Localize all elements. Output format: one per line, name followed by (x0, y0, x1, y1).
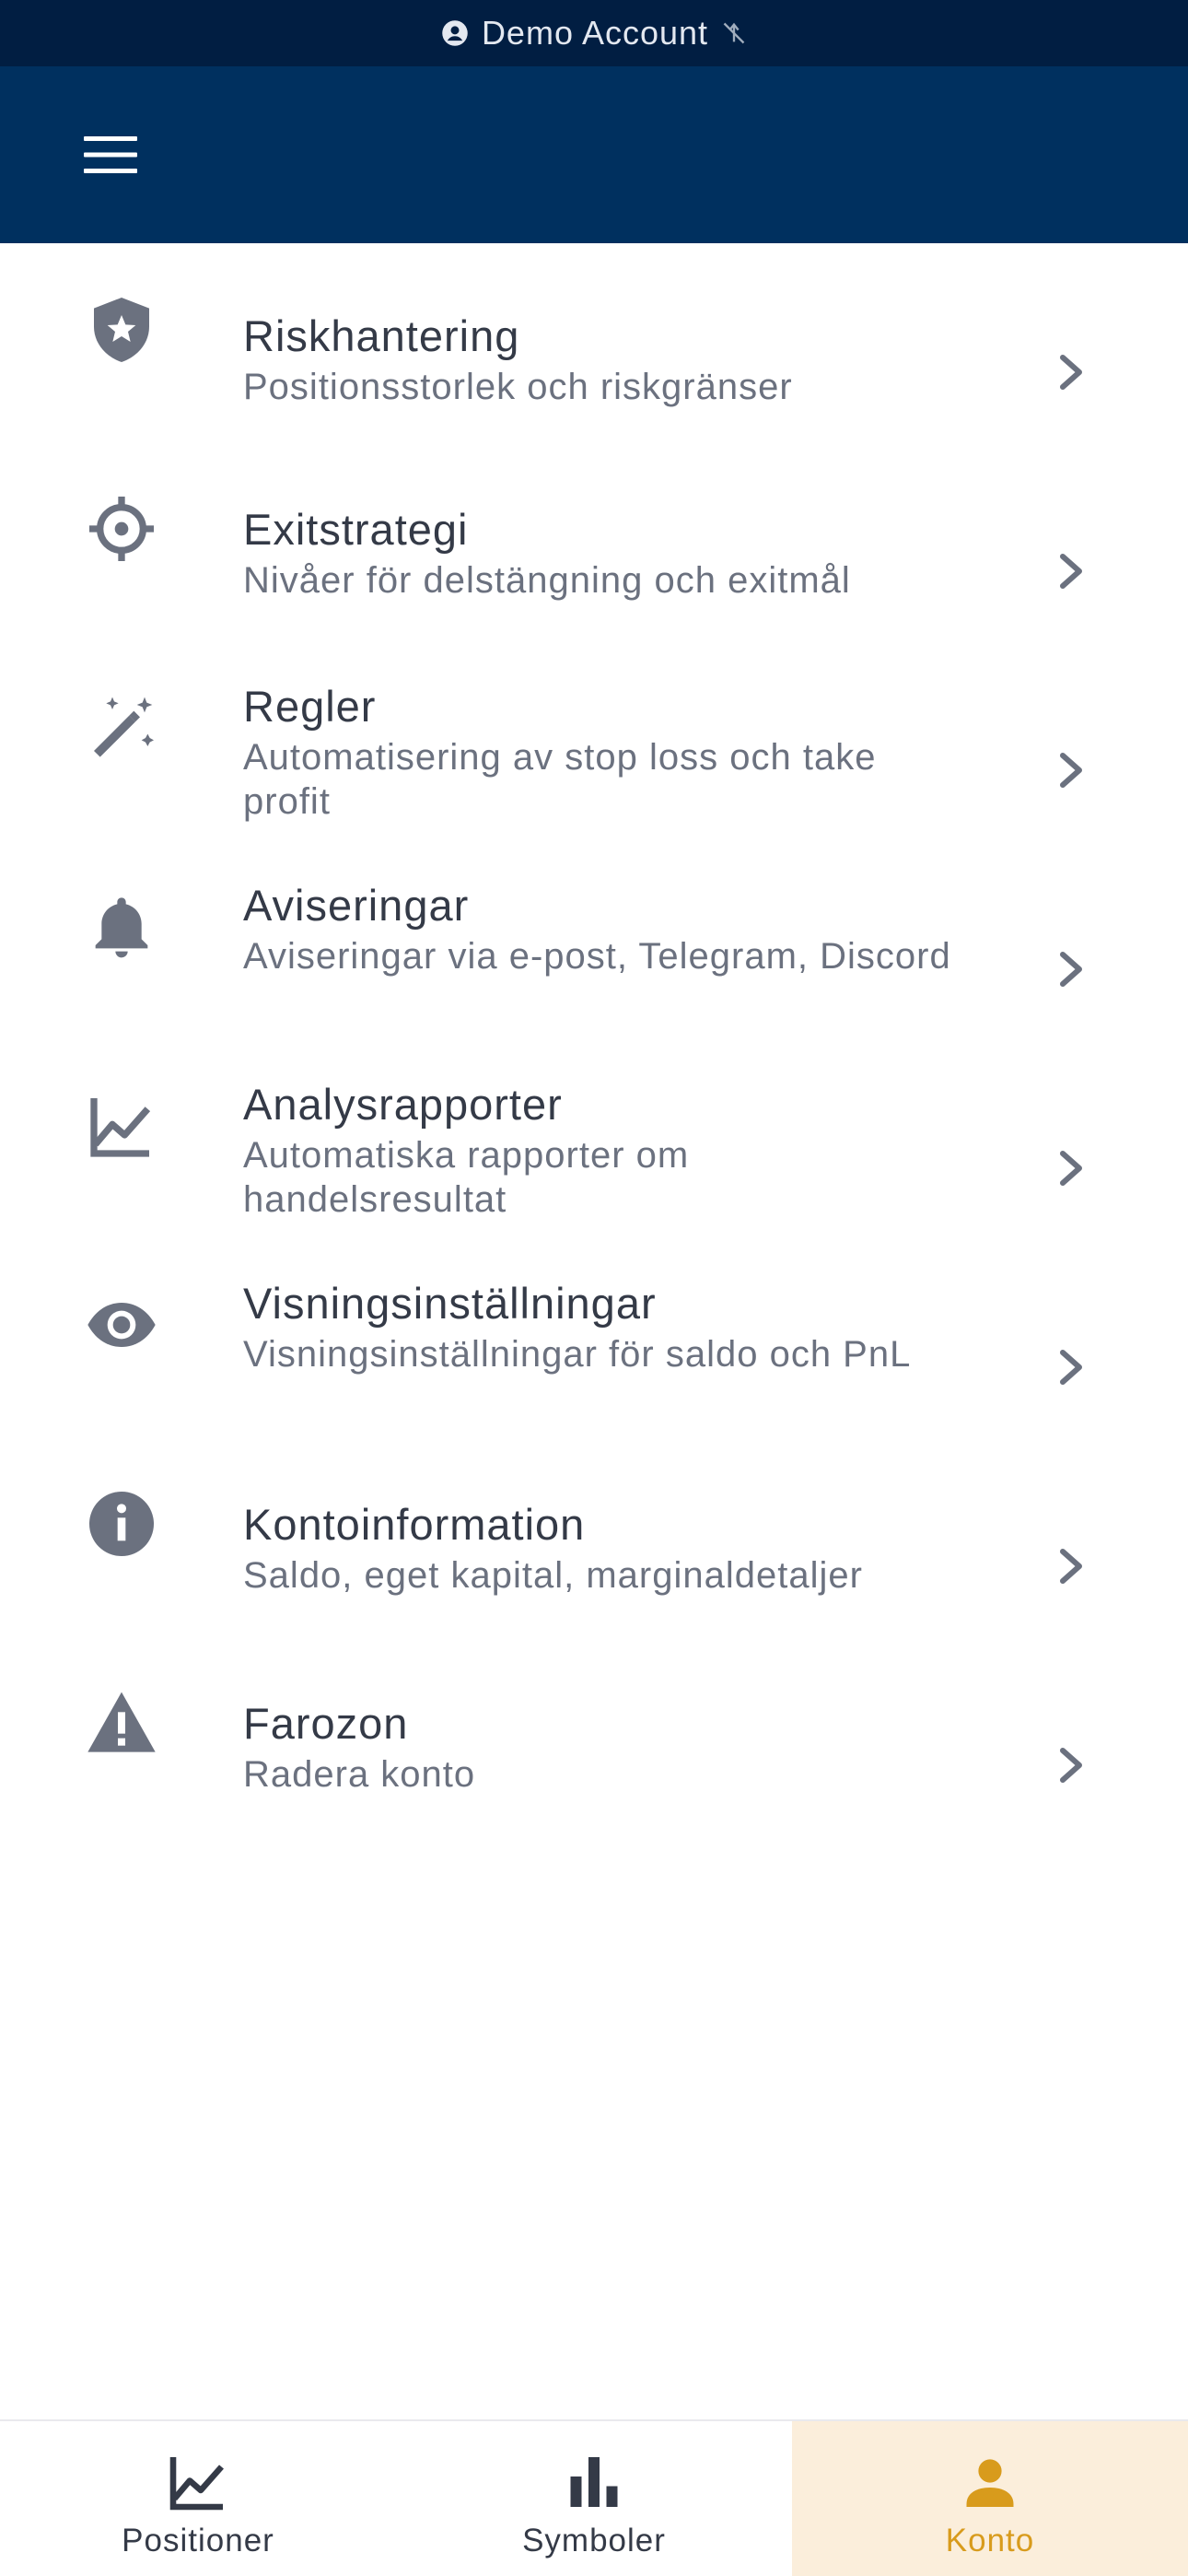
settings-item-text: Exitstrategi Nivåer för delstängning och… (243, 503, 961, 603)
tab-label: Konto (945, 2523, 1035, 2558)
settings-item-subtitle: Automatisering av stop loss och take pro… (243, 737, 877, 822)
settings-item-farozon[interactable]: Farozon Radera konto (0, 1642, 1188, 1841)
info-icon (85, 1487, 158, 1561)
settings-item-title: Visningsinställningar (243, 1279, 657, 1328)
settings-item-title: Riskhantering (243, 311, 520, 360)
tab-label: Symboler (522, 2523, 666, 2558)
settings-item-text: Aviseringar Aviseringar via e-post, Tele… (243, 879, 961, 978)
chevron-right-icon (1055, 1546, 1089, 1587)
settings-item-riskhantering[interactable]: Riskhantering Positionsstorlek och riskg… (0, 249, 1188, 448)
settings-item-subtitle: Visningsinställningar för saldo och PnL (243, 1334, 912, 1375)
settings-item-title: Regler (243, 682, 377, 731)
settings-item-text: Regler Automatisering av stop loss och t… (243, 680, 961, 824)
settings-item-exitstrategi[interactable]: Exitstrategi Nivåer för delstängning och… (0, 448, 1188, 647)
crosshair-icon (85, 492, 158, 566)
settings-item-kontoinformation[interactable]: Kontoinformation Saldo, eget kapital, ma… (0, 1443, 1188, 1642)
menu-button[interactable] (74, 122, 147, 188)
settings-item-visningsinstallningar[interactable]: Visningsinställningar Visningsinställnin… (0, 1244, 1188, 1443)
chevron-right-icon (1055, 949, 1089, 989)
tab-positioner[interactable]: Positioner (0, 2421, 396, 2576)
settings-item-subtitle: Positionsstorlek och riskgränser (243, 367, 793, 407)
chevron-right-icon (1055, 1745, 1089, 1786)
chevron-right-icon (1055, 551, 1089, 591)
wifi-off-icon (723, 22, 745, 44)
bell-icon (85, 890, 158, 964)
line-chart-icon (165, 2449, 231, 2515)
tab-label: Positioner (122, 2523, 274, 2558)
settings-item-text: Farozon Radera konto (243, 1697, 961, 1797)
shield-star-icon (85, 293, 158, 367)
settings-item-text: Riskhantering Positionsstorlek och riskg… (243, 310, 961, 409)
settings-item-title: Kontoinformation (243, 1500, 586, 1549)
settings-item-subtitle: Automatiska rapporter om handelsresultat (243, 1135, 690, 1220)
account-label: Demo Account (481, 14, 709, 52)
tab-symboler[interactable]: Symboler (396, 2421, 792, 2576)
settings-item-text: Kontoinformation Saldo, eget kapital, ma… (243, 1498, 961, 1598)
settings-item-subtitle: Nivåer för delstängning och exitmål (243, 560, 851, 601)
hamburger-menu-icon (84, 136, 137, 173)
app-bar (0, 66, 1188, 243)
settings-item-subtitle: Aviseringar via e-post, Telegram, Discor… (243, 936, 951, 977)
settings-item-title: Analysrapporter (243, 1080, 563, 1129)
bar-chart-icon (561, 2449, 627, 2515)
warning-icon (85, 1686, 158, 1760)
settings-item-analysrapporter[interactable]: Analysrapporter Automatiska rapporter om… (0, 1045, 1188, 1244)
chevron-right-icon (1055, 352, 1089, 392)
settings-item-title: Aviseringar (243, 881, 470, 930)
person-icon (957, 2449, 1023, 2515)
chevron-right-icon (1055, 1347, 1089, 1388)
bottom-nav: Positioner Symboler Konto (0, 2419, 1188, 2576)
settings-item-aviseringar[interactable]: Aviseringar Aviseringar via e-post, Tele… (0, 846, 1188, 1045)
account-circle-icon (442, 20, 468, 46)
settings-item-subtitle: Radera konto (243, 1754, 476, 1795)
settings-item-subtitle: Saldo, eget kapital, marginaldetaljer (243, 1555, 863, 1596)
chevron-right-icon (1055, 1148, 1089, 1188)
eye-icon (85, 1288, 158, 1362)
settings-item-title: Farozon (243, 1699, 409, 1748)
line-chart-icon (85, 1089, 158, 1163)
status-bar: Demo Account (0, 0, 1188, 66)
settings-item-text: Analysrapporter Automatiska rapporter om… (243, 1078, 961, 1222)
settings-item-text: Visningsinställningar Visningsinställnin… (243, 1277, 961, 1376)
magic-wand-icon (85, 691, 158, 765)
tab-konto[interactable]: Konto (792, 2421, 1188, 2576)
settings-item-title: Exitstrategi (243, 505, 469, 554)
chevron-right-icon (1055, 750, 1089, 790)
settings-item-regler[interactable]: Regler Automatisering av stop loss och t… (0, 647, 1188, 846)
